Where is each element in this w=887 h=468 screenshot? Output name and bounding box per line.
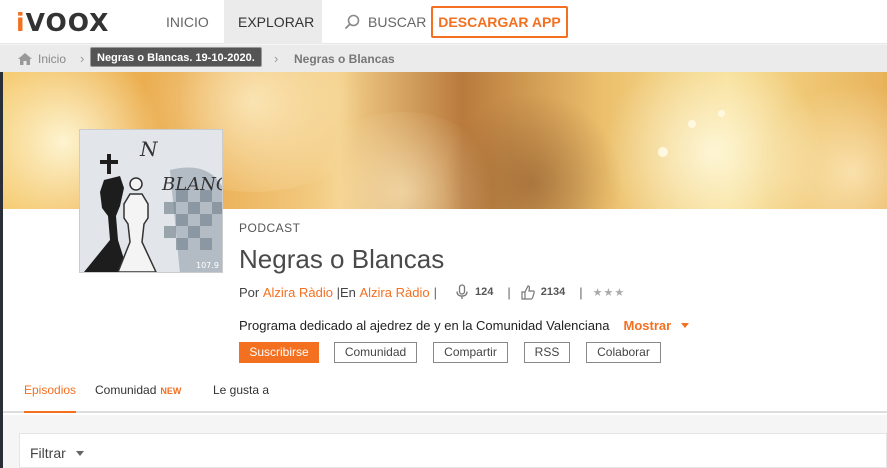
- breadcrumb-tooltip: Negras o Blancas. 19-10-2020.: [90, 47, 262, 67]
- followers-stat: 2134: [521, 284, 565, 300]
- logo-i: i: [16, 7, 26, 37]
- nav-buscar[interactable]: BUSCAR: [330, 0, 440, 44]
- search-icon: [344, 14, 360, 30]
- microphone-icon: [456, 284, 468, 299]
- subscribe-button[interactable]: Suscribirse: [239, 342, 319, 363]
- filter-label-wrap: Filtrar: [30, 445, 84, 461]
- svg-text:BLANCAS: BLANCAS: [161, 174, 223, 195]
- content-tabs: Episodios Comunidad NEW Le gusta a: [3, 377, 887, 413]
- filter-area: Filtrar: [3, 415, 887, 468]
- chevron-right-icon: ›: [274, 51, 279, 66]
- episodes-stat: 124: [455, 284, 493, 300]
- svg-text:N: N: [139, 137, 159, 161]
- filter-label: Filtrar: [30, 445, 66, 461]
- rss-button[interactable]: RSS: [524, 342, 570, 363]
- breadcrumb: Inicio › Negras o Blancas. 19-10-2020. ›…: [0, 45, 887, 72]
- share-button[interactable]: Compartir: [433, 342, 508, 363]
- podcast-description: Programa dedicado al ajedrez de y en la …: [239, 318, 690, 333]
- show-more-label: Mostrar: [623, 318, 672, 333]
- rating-stars: ★★★: [592, 286, 626, 299]
- podcast-title: Negras o Blancas: [239, 244, 445, 274]
- by-label: Por: [239, 284, 260, 300]
- home-icon: [18, 53, 32, 65]
- breadcrumb-home-label: Inicio: [38, 52, 67, 66]
- collaborate-button[interactable]: Colaborar: [586, 342, 661, 363]
- download-app-button[interactable]: DESCARGAR APP: [431, 6, 568, 38]
- filter-dropdown[interactable]: Filtrar: [19, 433, 887, 468]
- breadcrumb-current[interactable]: Negras o Blancas: [294, 52, 395, 66]
- thumbs-up-icon: [521, 285, 535, 300]
- tab-episodios[interactable]: Episodios: [24, 383, 77, 413]
- podcast-cover-image: N BLANCAS 107.9 FM: [79, 129, 223, 273]
- description-text: Programa dedicado al ajedrez de y en la …: [239, 318, 610, 333]
- ivoox-logo[interactable]: i VOOX: [16, 7, 109, 37]
- podcast-tag: PODCAST: [239, 221, 301, 235]
- chevron-right-icon: ›: [80, 51, 85, 66]
- show-more-button[interactable]: Mostrar: [624, 318, 690, 333]
- tab-comunidad-label: Comunidad: [95, 383, 157, 397]
- window-edge: [0, 72, 3, 468]
- community-button[interactable]: Comunidad: [334, 342, 417, 363]
- breadcrumb-home[interactable]: Inicio: [18, 52, 66, 66]
- caret-down-icon: [681, 323, 690, 328]
- nav-explorar[interactable]: EXPLORAR: [224, 0, 322, 44]
- nav-inicio[interactable]: INICIO: [152, 0, 223, 44]
- nav-buscar-label: BUSCAR: [368, 14, 427, 30]
- top-header: i VOOX INICIO EXPLORAR BUSCAR DESCARGAR A…: [0, 0, 887, 44]
- svg-text:107.9 FM: 107.9 FM: [196, 261, 223, 270]
- caret-down-icon: [75, 450, 84, 456]
- author-link[interactable]: Alzira Ràdio: [263, 285, 333, 300]
- tab-le-gusta-a[interactable]: Le gusta a: [213, 383, 269, 413]
- en-label: |En: [336, 284, 356, 300]
- tab-comunidad[interactable]: Comunidad NEW: [95, 383, 181, 413]
- podcast-meta: Por Alzira Ràdio |En Alzira Ràdio | 124 …: [239, 284, 626, 300]
- new-badge: NEW: [160, 386, 182, 396]
- followers-count: 2134: [540, 286, 566, 298]
- episodes-count: 124: [474, 286, 494, 298]
- channel-link[interactable]: Alzira Ràdio: [359, 285, 429, 300]
- logo-text: VOOX: [25, 7, 110, 37]
